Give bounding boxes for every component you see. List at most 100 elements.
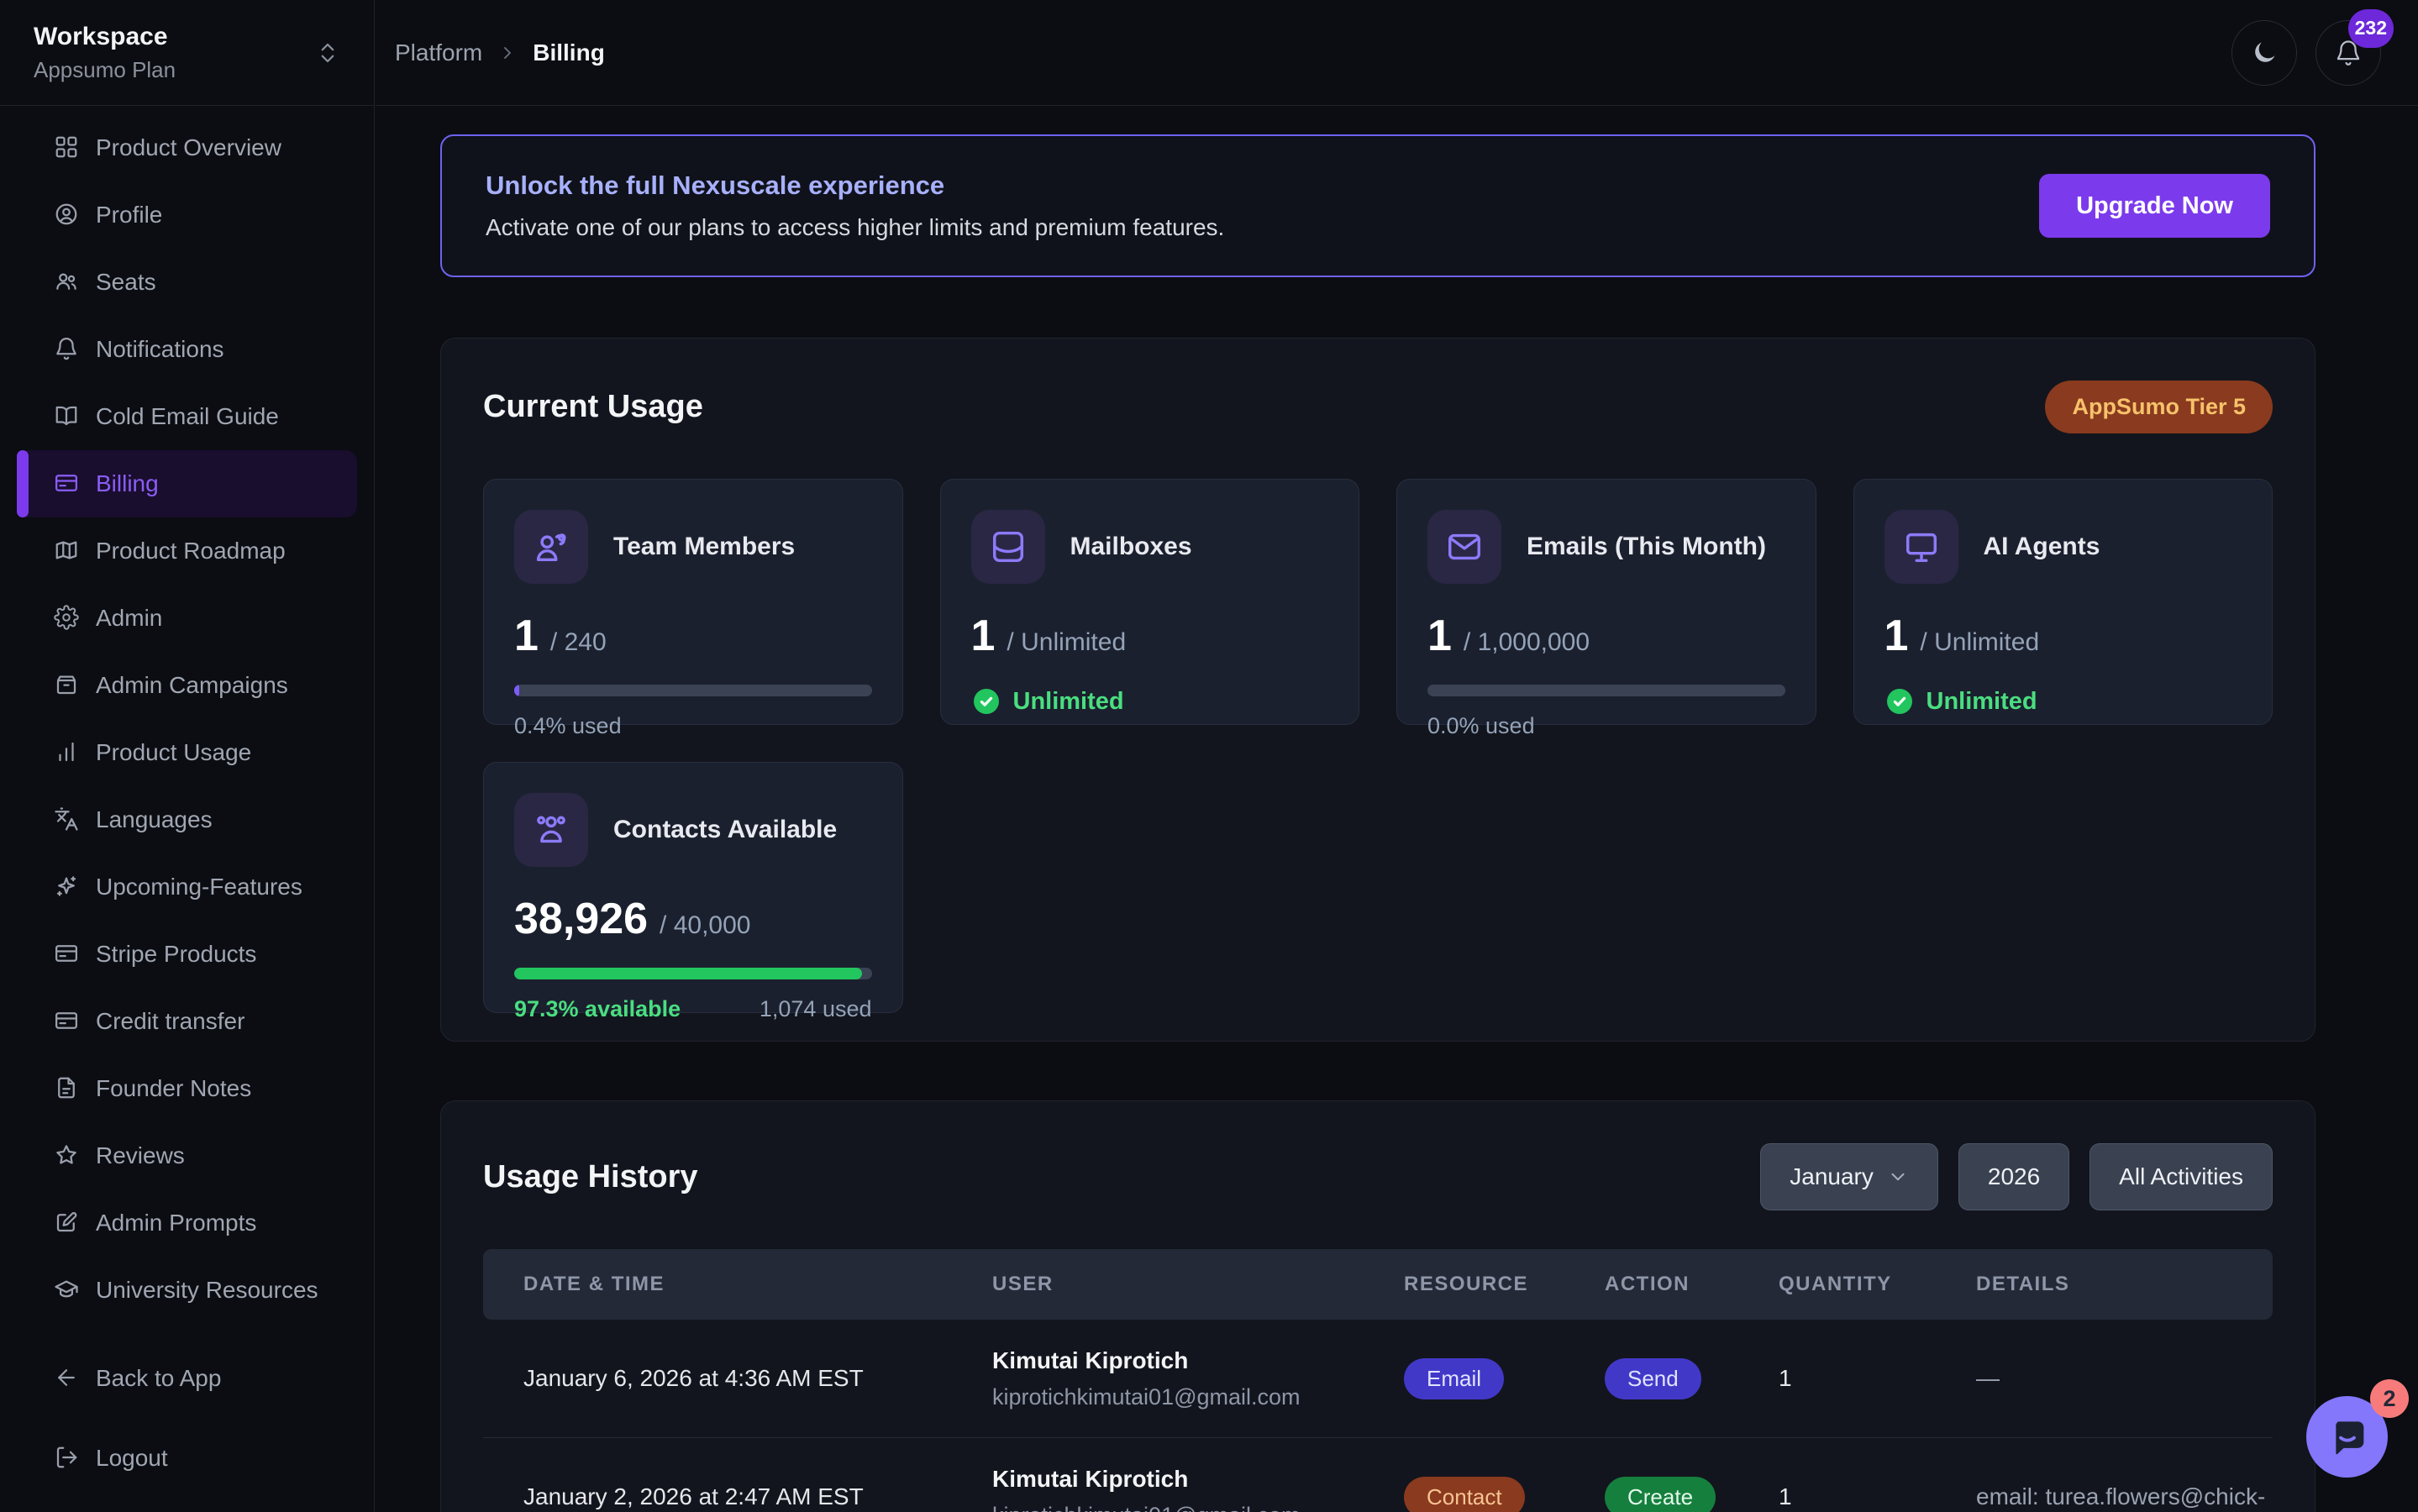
sidebar-item-label: Stripe Products (96, 941, 256, 968)
gear-icon (54, 605, 81, 632)
bar-chart-icon (54, 739, 81, 766)
theme-toggle-button[interactable] (2231, 20, 2297, 86)
sidebar-item-label: Logout (96, 1445, 168, 1472)
month-filter-value: January (1790, 1163, 1874, 1190)
monitor-icon (1884, 510, 1958, 584)
current-usage-section: Current Usage AppSumo Tier 5 Team Member… (440, 338, 2315, 1042)
sidebar-item-label: Cold Email Guide (96, 403, 279, 430)
usage-card-team-members: Team Members 1 / 240 0.4% used (483, 479, 903, 725)
column-header-action: Action (1605, 1273, 1779, 1296)
cell-user-name: Kimutai Kiprotich (992, 1347, 1404, 1374)
sidebar-item-admin[interactable]: Admin (17, 585, 357, 652)
sidebar-item-seats[interactable]: Seats (17, 249, 357, 316)
progress-bar (1427, 685, 1785, 696)
usage-card-mailboxes: Mailboxes 1 / Unlimited Unlimited (940, 479, 1360, 725)
sidebar-item-profile[interactable]: Profile (17, 181, 357, 249)
activity-filter-button[interactable]: All Activities (2089, 1143, 2273, 1210)
sidebar-item-label: Founder Notes (96, 1075, 251, 1102)
sidebar-item-label: University Resources (96, 1277, 318, 1304)
card-caption-used: 1,074 used (760, 996, 872, 1022)
column-header-user: User (992, 1273, 1404, 1296)
workspace-switcher[interactable]: Workspace Appsumo Plan (0, 0, 374, 106)
history-filters: January 2026 All Activities (1760, 1143, 2273, 1210)
breadcrumb-parent[interactable]: Platform (395, 39, 482, 66)
column-header-date: Date & Time (523, 1273, 992, 1296)
sidebar-nav: Product Overview Profile Seats Notificat… (0, 106, 374, 1492)
chevron-right-icon (497, 43, 518, 63)
card-title: Mailboxes (1070, 533, 1192, 561)
card-value: 38,926 (514, 894, 648, 944)
action-badge: Create (1605, 1477, 1716, 1512)
sidebar-item-university-resources[interactable]: University Resources (17, 1257, 357, 1324)
sidebar-item-label: Admin Campaigns (96, 672, 288, 699)
users-icon (54, 269, 81, 296)
sidebar-item-notifications[interactable]: Notifications (17, 316, 357, 383)
sidebar-item-back-to-app[interactable]: Back to App (17, 1345, 357, 1412)
upgrade-now-button[interactable]: Upgrade Now (2039, 174, 2270, 238)
star-icon (54, 1142, 81, 1169)
sidebar-item-cold-email-guide[interactable]: Cold Email Guide (17, 383, 357, 450)
current-usage-title: Current Usage (483, 389, 703, 425)
cell-details: email: turea.flowers@chick- (1976, 1483, 2273, 1510)
year-filter-button[interactable]: 2026 (1958, 1143, 2069, 1210)
book-open-icon (54, 403, 81, 430)
usage-card-contacts: Contacts Available 38,926 / 40,000 97.3%… (483, 762, 903, 1013)
chevron-down-icon (1887, 1166, 1909, 1188)
sidebar-item-upcoming-features[interactable]: Upcoming-Features (17, 853, 357, 921)
sidebar-item-founder-notes[interactable]: Founder Notes (17, 1055, 357, 1122)
sidebar-item-credit-transfer[interactable]: Credit transfer (17, 988, 357, 1055)
user-circle-icon (54, 202, 81, 228)
banner-subtitle: Activate one of our plans to access high… (486, 214, 1224, 241)
chevrons-up-down-icon[interactable] (315, 40, 340, 66)
sidebar-item-admin-prompts[interactable]: Admin Prompts (17, 1189, 357, 1257)
card-title: Team Members (613, 533, 795, 561)
check-circle-icon (1884, 686, 1915, 717)
bell-icon (54, 336, 81, 363)
resource-badge: Email (1404, 1358, 1504, 1399)
arrow-left-icon (54, 1365, 81, 1392)
sidebar-item-label: Seats (96, 269, 156, 296)
sidebar-item-label: Reviews (96, 1142, 185, 1169)
upgrade-banner: Unlock the full Nexuscale experience Act… (440, 134, 2315, 277)
chat-widget-button[interactable]: 2 (2306, 1396, 2388, 1478)
sidebar-item-languages[interactable]: Languages (17, 786, 357, 853)
check-circle-icon (971, 686, 1001, 717)
card-limit: / 40,000 (660, 911, 750, 940)
card-status: Unlimited (1013, 688, 1124, 716)
sidebar-item-product-overview[interactable]: Product Overview (17, 114, 357, 181)
grid-icon (54, 134, 81, 161)
sidebar-item-billing[interactable]: Billing (17, 450, 357, 517)
usage-history-title: Usage History (483, 1159, 698, 1195)
column-header-details: Details (1976, 1273, 2273, 1296)
notifications-button[interactable]: 232 (2315, 20, 2381, 86)
progress-fill (514, 968, 862, 979)
sidebar-item-label: Upcoming-Features (96, 874, 302, 900)
sidebar-item-product-roadmap[interactable]: Product Roadmap (17, 517, 357, 585)
billing-page: Workspace Appsumo Plan Product Overview … (0, 0, 2418, 1512)
notification-count-badge: 232 (2348, 9, 2394, 48)
contacts-icon (514, 793, 588, 867)
table-row: January 6, 2026 at 4:36 AM EST Kimutai K… (483, 1320, 2273, 1438)
sidebar-item-product-usage[interactable]: Product Usage (17, 719, 357, 786)
card-title: Contacts Available (613, 816, 837, 844)
cell-details: — (1976, 1365, 2273, 1392)
progress-bar (514, 968, 872, 979)
card-value: 1 (514, 611, 539, 661)
cell-user-email: kiprotichkimutai01@gmail.com (992, 1503, 1404, 1512)
sidebar-item-logout[interactable]: Logout (17, 1425, 357, 1492)
moon-icon (2250, 39, 2279, 67)
sidebar-item-label: Product Roadmap (96, 538, 286, 564)
card-limit: / Unlimited (1007, 628, 1126, 657)
credit-card-icon (54, 941, 81, 968)
table-row: January 2, 2026 at 2:47 AM EST Kimutai K… (483, 1438, 2273, 1512)
card-status: Unlimited (1927, 688, 2037, 716)
month-filter-dropdown[interactable]: January (1760, 1143, 1938, 1210)
archive-icon (54, 672, 81, 699)
sidebar-item-reviews[interactable]: Reviews (17, 1122, 357, 1189)
card-limit: / 240 (550, 628, 607, 657)
sidebar-item-label: Credit transfer (96, 1008, 244, 1035)
sidebar-item-stripe-products[interactable]: Stripe Products (17, 921, 357, 988)
sparkles-icon (54, 874, 81, 900)
card-caption-available: 97.3% available (514, 996, 681, 1022)
sidebar-item-admin-campaigns[interactable]: Admin Campaigns (17, 652, 357, 719)
